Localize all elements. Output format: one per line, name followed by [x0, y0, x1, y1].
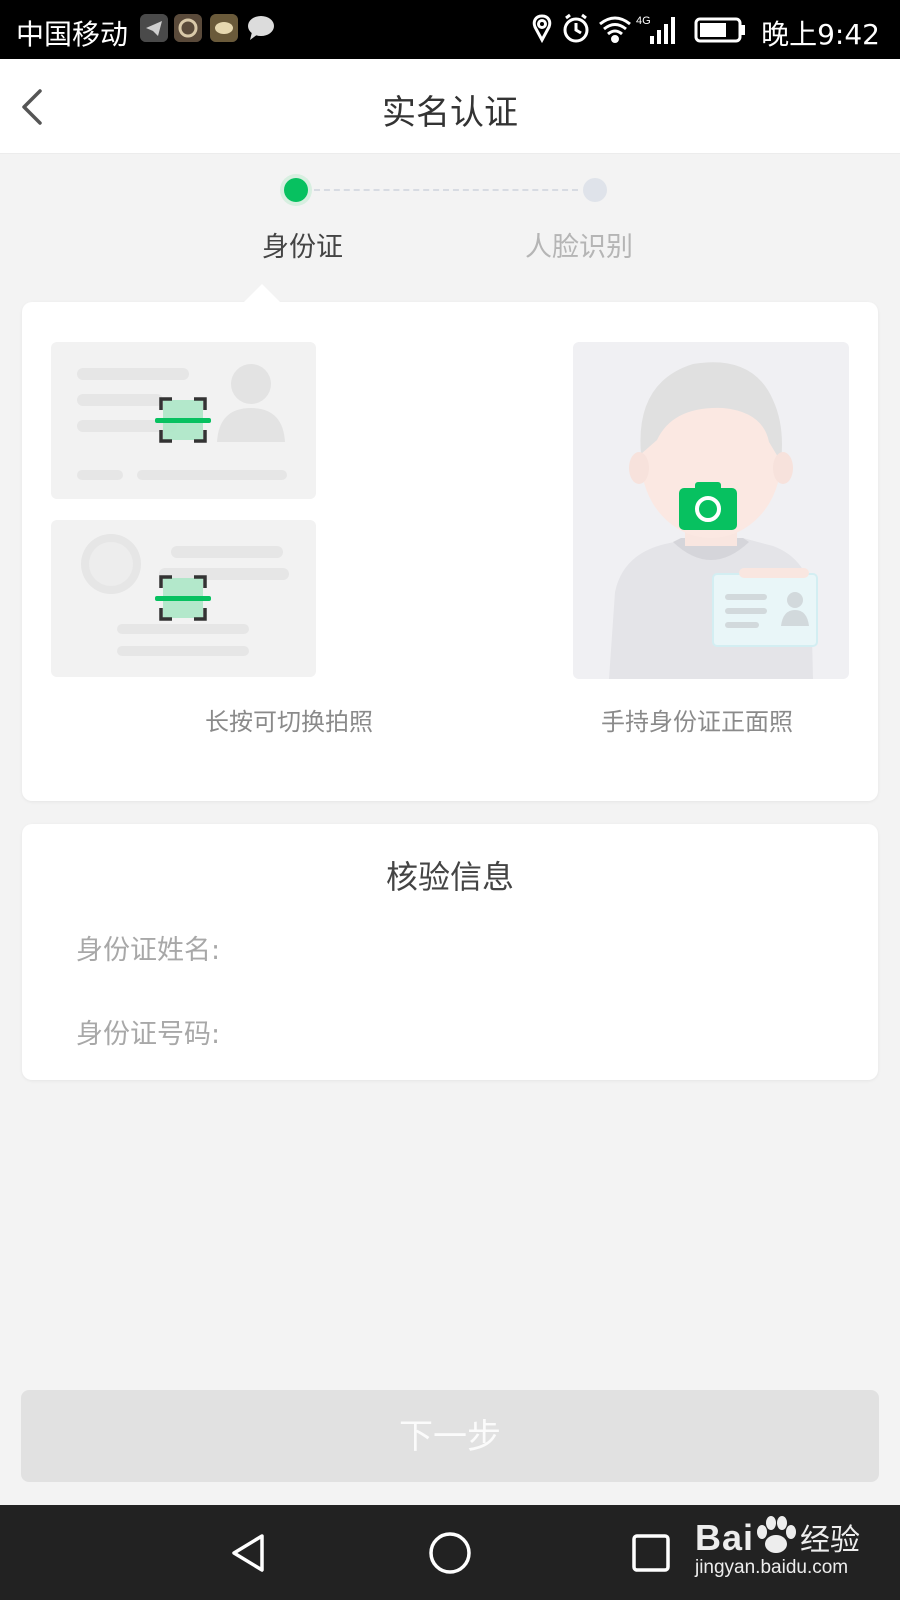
page-title: 实名认证	[382, 93, 518, 133]
id-card-front-illustration	[77, 364, 287, 480]
verify-info-heading: 核验信息	[385, 858, 514, 896]
battery-icon	[694, 17, 745, 43]
next-step-button[interactable]: 下一步	[21, 1390, 879, 1482]
triangle-back-icon	[232, 1534, 264, 1572]
id-card-caption: 长按可切换拍照	[205, 708, 373, 736]
id-card-back-upload[interactable]	[51, 520, 316, 677]
header-bar: 实名认证	[0, 59, 900, 154]
step-label-face-recognition: 人脸识别	[525, 232, 633, 263]
camera-icon	[679, 482, 737, 530]
location-icon	[532, 14, 552, 44]
circle-home-icon	[429, 1532, 471, 1574]
status-bar: 中国移动 4G 晚上9:42	[0, 0, 900, 59]
step-pointer	[244, 284, 280, 302]
baidu-jingyan-watermark: Bai 经验 jingyan.baidu.com	[695, 1515, 860, 1579]
app-icon	[174, 14, 202, 42]
carrier-name: 中国移动	[16, 18, 129, 51]
scan-frame-icon	[155, 397, 211, 443]
id-card-front-upload[interactable]	[51, 342, 316, 499]
step-label-id-card: 身份证	[262, 232, 343, 263]
network-type: 4G	[636, 15, 651, 27]
step-dot-active	[284, 178, 308, 202]
paw-logo-icon	[757, 1516, 796, 1553]
id-card-back-illustration	[81, 534, 289, 656]
nav-home-button[interactable]	[427, 1530, 473, 1576]
clock: 晚上9:42	[761, 18, 880, 51]
watermark-brand: Bai	[694, 1517, 754, 1558]
chat-bubble-icon	[246, 14, 274, 42]
nav-back-button[interactable]	[226, 1530, 272, 1576]
id-number-field: 身份证号码:	[76, 1019, 221, 1050]
step-connector	[314, 189, 578, 191]
progress-stepper: 身份证 人脸识别	[0, 170, 900, 270]
handheld-id-photo-upload[interactable]	[573, 342, 849, 679]
watermark-site: jingyan.baidu.com	[694, 1557, 849, 1578]
app-icon	[210, 14, 238, 42]
wifi-icon	[599, 16, 631, 43]
status-icons: 4G	[532, 13, 745, 44]
square-recents-icon	[632, 1534, 670, 1572]
verify-info-card: 核验信息 身份证姓名: 身份证号码:	[22, 824, 878, 1080]
scan-frame-icon	[155, 575, 211, 621]
person-holding-id-illustration	[609, 362, 818, 679]
handheld-photo-caption: 手持身份证正面照	[601, 708, 793, 736]
alarm-icon	[563, 13, 589, 43]
nav-recents-button[interactable]	[628, 1530, 674, 1576]
id-name-field: 身份证姓名:	[76, 935, 221, 966]
step-dot-idle	[583, 178, 607, 202]
signal-icon	[650, 17, 675, 44]
telegram-icon	[140, 14, 168, 42]
photo-upload-card: 长按可切换拍照 手持身份证正面照	[22, 284, 878, 801]
watermark-brand-suffix: 经验	[800, 1523, 860, 1558]
